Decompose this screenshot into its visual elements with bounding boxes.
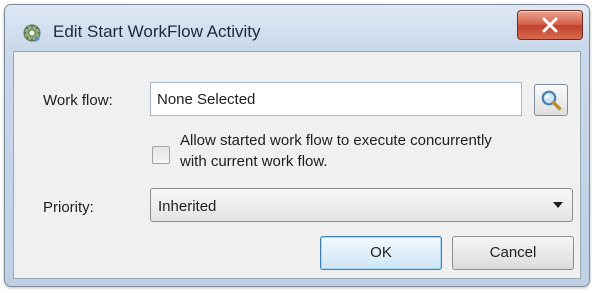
- close-x-icon: [542, 17, 558, 33]
- concurrent-checkbox-label: Allow started work flow to execute concu…: [180, 132, 492, 170]
- workflow-gear-icon: [22, 23, 42, 43]
- workflow-field[interactable]: [150, 82, 522, 116]
- close-button[interactable]: [517, 10, 583, 40]
- cancel-button[interactable]: Cancel: [452, 236, 574, 270]
- priority-selected-value: Inherited: [158, 198, 217, 215]
- workflow-label: Work flow:: [43, 92, 113, 109]
- magnifier-search-icon: [541, 90, 562, 111]
- concurrent-checkbox[interactable]: [152, 146, 170, 164]
- chevron-down-icon: [553, 202, 563, 208]
- title-bar[interactable]: Edit Start WorkFlow Activity: [5, 5, 589, 53]
- window-title: Edit Start WorkFlow Activity: [53, 22, 261, 41]
- ok-button[interactable]: OK: [320, 236, 442, 270]
- browse-workflow-button[interactable]: [534, 84, 568, 116]
- priority-dropdown[interactable]: Inherited: [150, 188, 573, 222]
- dialog-window: Edit Start WorkFlow Activity Work flow: …: [4, 4, 590, 287]
- dialog-body: Work flow: Allow started work flow to ex…: [13, 51, 581, 279]
- priority-label: Priority:: [43, 199, 94, 216]
